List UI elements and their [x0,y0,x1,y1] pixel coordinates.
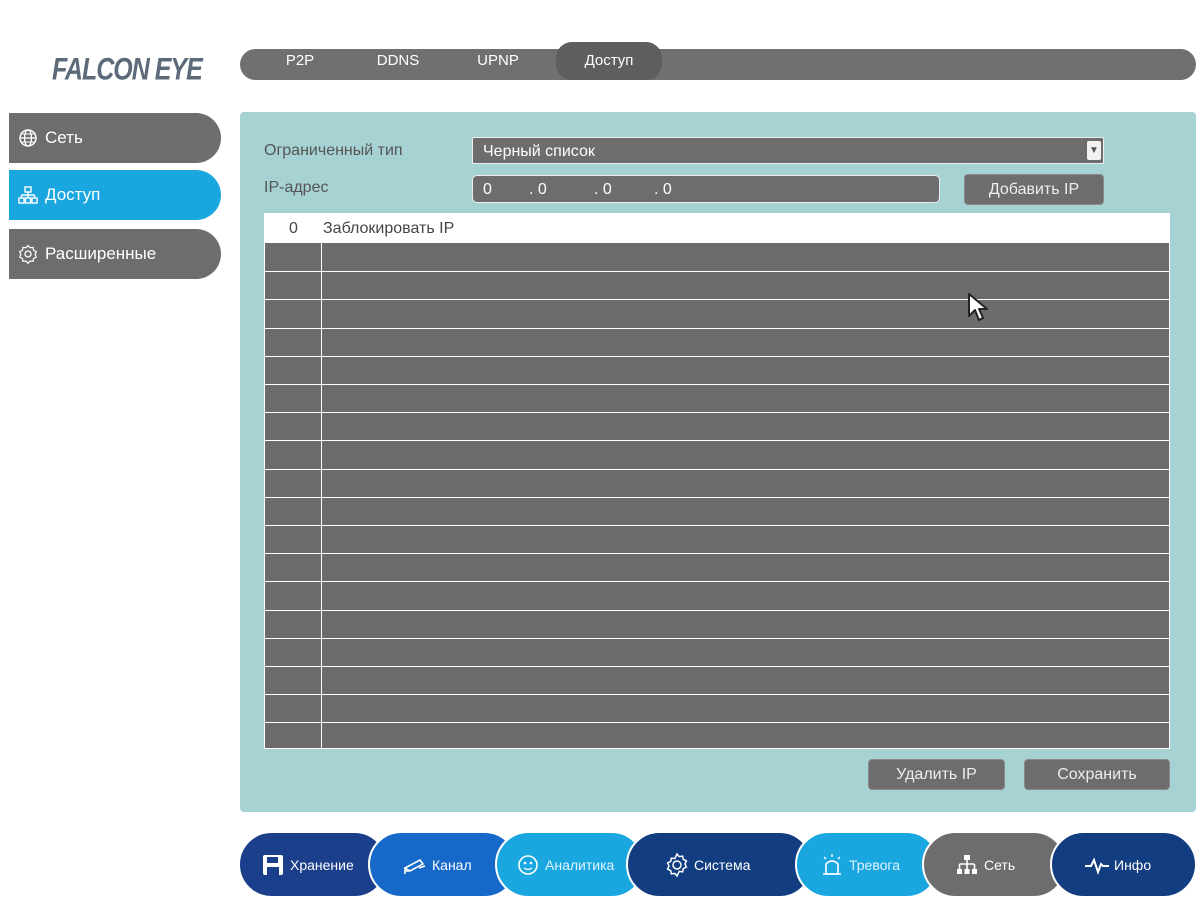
bottom-nav-label: Хранение [290,856,354,873]
save-icon [263,854,283,875]
globe-icon [17,127,39,149]
alarm-icon [823,853,841,875]
table-row[interactable] [265,722,1169,723]
tab-ddns[interactable]: DDNS [358,49,438,80]
add-ip-button[interactable]: Добавить IP [964,174,1104,205]
table-row[interactable] [265,356,1169,357]
sidebar-item-access[interactable]: Доступ [9,170,221,220]
camera-icon [403,858,426,874]
table-row[interactable] [265,412,1169,413]
ip-address-label: IP-адрес [264,179,329,196]
restricted-type-label: Ограниченный тип [264,142,403,159]
bottom-nav-label: Система [694,856,751,873]
table-header-label: Заблокировать IP [323,220,455,237]
table-row[interactable] [265,638,1169,639]
column-divider [321,243,322,748]
bottom-nav-label: Инфо [1114,856,1152,873]
tab-p2p[interactable]: P2P [270,49,330,80]
pulse-icon [1085,856,1109,875]
sidebar-item-network[interactable]: Сеть [9,113,221,163]
access-panel: Ограниченный тип Черный список ▼ IP-адре… [240,112,1196,812]
tab-bar: P2P DDNS UPNP Доступ [240,42,1196,80]
bottom-nav-alarm[interactable]: Тревога [795,831,940,898]
delete-ip-button[interactable]: Удалить IP [868,759,1005,790]
network-icon [957,854,977,874]
ip-octet-3[interactable]: . 0 [594,176,612,204]
table-header-index: 0 [289,220,298,237]
table-row[interactable] [265,666,1169,667]
bottom-nav-label: Тревога [849,856,900,873]
sidebar-item-advanced[interactable]: Расширенные [9,229,221,279]
bottom-nav-label: Сеть [984,856,1016,873]
table-row[interactable] [265,610,1169,611]
bottom-nav-info[interactable]: Инфо [1050,831,1197,898]
ip-address-input[interactable]: 0 . 0 . 0 . 0 [472,175,940,203]
bottom-nav-label: Аналитика [545,856,615,873]
ip-octet-4[interactable]: . 0 [654,176,672,204]
table-row[interactable] [265,553,1169,554]
table-row[interactable] [265,497,1169,498]
logo: FALCON EYE [52,52,203,87]
face-icon [518,854,538,875]
table-row[interactable] [265,694,1169,695]
sidebar-item-label: Доступ [45,185,101,204]
settings-icon [17,243,39,265]
table-row[interactable] [265,469,1169,470]
restricted-type-select[interactable]: Черный список ▼ [472,137,1104,164]
table-row[interactable] [265,271,1169,272]
table-row[interactable] [265,299,1169,300]
chevron-down-icon[interactable]: ▼ [1087,141,1101,160]
table-row[interactable] [265,440,1169,441]
tab-upnp[interactable]: UPNP [462,49,534,80]
ip-octet-1[interactable]: 0 [483,176,492,204]
bottom-nav-system[interactable]: Система [626,831,813,898]
network-icon [17,184,39,206]
mouse-cursor-icon [968,293,988,321]
restricted-type-value: Черный список [483,143,595,160]
gear-icon [666,852,688,877]
table-row[interactable] [265,581,1169,582]
table-row[interactable] [265,525,1169,526]
bottom-nav-storage[interactable]: Хранение [238,831,388,898]
table-row[interactable] [265,328,1169,329]
save-button[interactable]: Сохранить [1024,759,1170,790]
ip-octet-2[interactable]: . 0 [529,176,547,204]
table-row[interactable] [265,384,1169,385]
tab-access[interactable]: Доступ [556,42,662,80]
bottom-nav-network[interactable]: Сеть [922,831,1067,898]
blocked-ip-table: 0 Заблокировать IP [264,213,1170,749]
bottom-nav-analytics[interactable]: Аналитика [495,831,645,898]
bottom-nav-label: Канал [432,856,472,873]
table-header: 0 Заблокировать IP [265,214,1169,243]
sidebar-item-label: Сеть [45,128,83,147]
sidebar-item-label: Расширенные [45,244,157,263]
